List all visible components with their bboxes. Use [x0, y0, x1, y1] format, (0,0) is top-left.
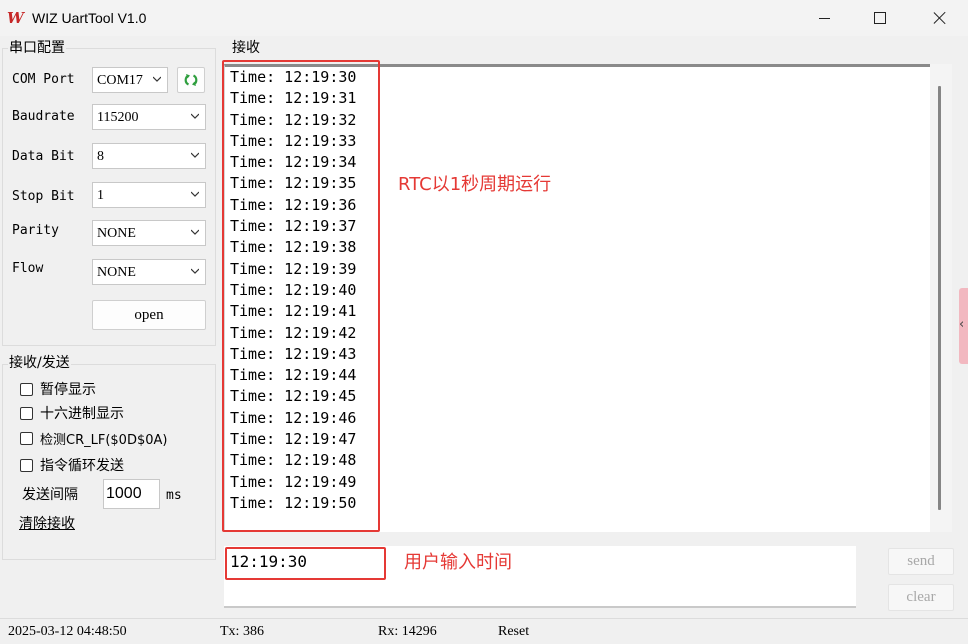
com-port-select[interactable]: COM17 [92, 67, 168, 93]
chevron-down-icon [191, 191, 199, 197]
checkbox-label: 指令循环发送 [40, 458, 124, 474]
data-bit-value: 8 [97, 149, 104, 164]
parity-label: Parity [12, 223, 59, 238]
checkbox-box[interactable] [20, 382, 33, 396]
checkbox-label: 检测CR_LF($0D$0A) [40, 432, 168, 448]
send-highlight-box [225, 547, 386, 580]
baudrate-select[interactable]: 115200 [92, 104, 206, 130]
refresh-icon [184, 74, 198, 86]
checkbox-box[interactable] [20, 431, 33, 445]
recv-send-title: 接收/发送 [8, 354, 71, 372]
wiz-logo-icon: W [7, 9, 24, 27]
maximize-button[interactable] [852, 0, 908, 36]
status-rx: Rx: 14296 [378, 624, 437, 639]
hex-display-checkbox[interactable]: 十六进制显示 [20, 403, 124, 423]
open-port-button[interactable]: open [92, 300, 206, 330]
stop-bit-label: Stop Bit [12, 189, 75, 204]
send-button[interactable]: send [888, 548, 954, 575]
rtc-annotation: RTC以1秒周期运行 [398, 174, 552, 195]
chevron-left-icon: ‹ [959, 317, 965, 332]
user-input-annotation: 用户输入时间 [404, 552, 512, 573]
status-tx: Tx: 386 [220, 624, 264, 639]
parity-value: NONE [97, 226, 136, 241]
send-interval-label: 发送间隔 [22, 487, 78, 503]
baudrate-value: 115200 [97, 110, 139, 125]
receive-scrollbar[interactable] [930, 64, 952, 532]
checkbox-label: 十六进制显示 [40, 406, 124, 422]
checkbox-box[interactable] [20, 458, 33, 472]
chevron-down-icon [191, 113, 199, 119]
status-reset[interactable]: Reset [498, 623, 529, 640]
clear-receive-link[interactable]: 清除接收 [19, 515, 75, 533]
minimize-button[interactable] [796, 0, 852, 36]
stop-bit-select[interactable]: 1 [92, 182, 206, 208]
maximize-icon [874, 12, 886, 24]
send-interval-unit: ms [166, 488, 182, 503]
flow-label: Flow [12, 261, 44, 276]
receive-title: 接收 [231, 39, 261, 57]
receive-scroll-thumb[interactable] [938, 86, 941, 510]
receive-highlight-box [222, 60, 380, 532]
chevron-down-icon [153, 76, 161, 82]
baudrate-label: Baudrate [12, 109, 75, 124]
clear-send-button[interactable]: clear [888, 584, 954, 611]
chevron-down-icon [191, 229, 199, 235]
title-bar: W WIZ UartTool V1.0 [0, 0, 968, 36]
loop-send-checkbox[interactable]: 指令循环发送 [20, 455, 124, 475]
status-bar [0, 618, 968, 644]
send-interval-input[interactable]: 1000 [103, 479, 160, 509]
parity-select[interactable]: NONE [92, 220, 206, 246]
status-datetime: 2025-03-12 04:48:50 [8, 624, 127, 639]
stop-bit-value: 1 [97, 188, 104, 203]
chevron-down-icon [191, 268, 199, 274]
refresh-ports-button[interactable] [177, 67, 205, 93]
close-button[interactable] [912, 0, 968, 36]
window-title: WIZ UartTool V1.0 [32, 10, 147, 26]
pause-display-checkbox[interactable]: 暂停显示 [20, 379, 96, 399]
flow-value: NONE [97, 265, 136, 280]
data-bit-label: Data Bit [12, 149, 75, 164]
detect-crlf-checkbox[interactable]: 检测CR_LF($0D$0A) [20, 428, 167, 448]
checkbox-label: 暂停显示 [40, 382, 96, 398]
checkbox-box[interactable] [20, 406, 33, 420]
port-config-title: 串口配置 [8, 39, 66, 57]
chevron-down-icon [191, 152, 199, 158]
data-bit-select[interactable]: 8 [92, 143, 206, 169]
com-port-label: COM Port [12, 72, 75, 87]
minimize-icon [818, 17, 830, 19]
send-interval-value: 1000 [106, 485, 142, 502]
close-icon [933, 11, 947, 25]
app-window: W WIZ UartTool V1.0 串口配置 COM Port COM17 … [0, 0, 968, 644]
com-port-value: COM17 [97, 73, 143, 88]
flow-select[interactable]: NONE [92, 259, 206, 285]
